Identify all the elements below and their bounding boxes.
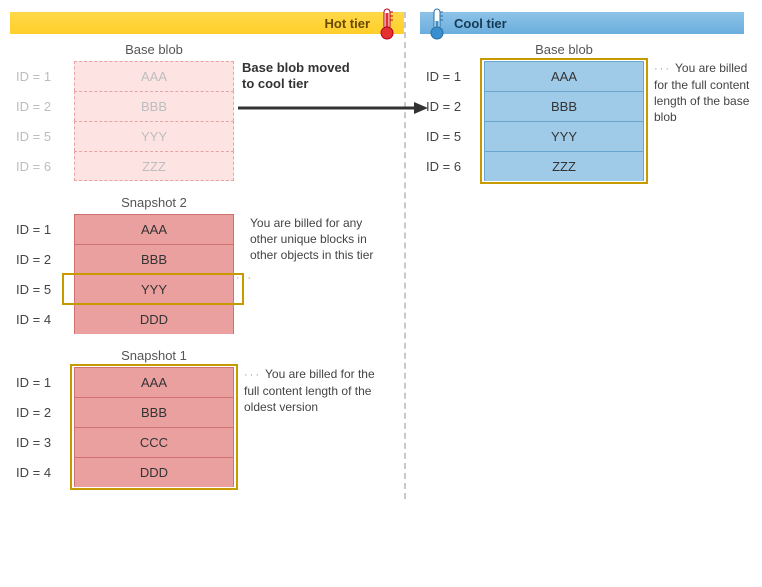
row-id: ID = 5	[420, 129, 484, 144]
arrow-label: Base blob moved to cool tier	[242, 60, 402, 93]
arrow-label-line2: to cool tier	[242, 76, 308, 91]
hot-tier-label: Hot tier	[325, 16, 371, 31]
hot-snapshot-1: Snapshot 1 ID = 1AAA ID = 2BBB ID = 3CCC…	[10, 346, 404, 487]
row-value: DDD	[74, 304, 234, 334]
row-id: ID = 1	[10, 222, 74, 237]
block-title: Snapshot 1	[74, 348, 234, 363]
row-value: AAA	[74, 367, 234, 397]
row-id: ID = 2	[10, 99, 74, 114]
row-value: DDD	[74, 457, 234, 487]
row-value: BBB	[74, 91, 234, 121]
row-id: ID = 1	[10, 69, 74, 84]
row-id: ID = 5	[10, 129, 74, 144]
cool-tier-header: Cool tier	[420, 12, 744, 34]
row-value: BBB	[74, 397, 234, 427]
caption-cool-base: ···You are billed for the full content l…	[654, 60, 759, 125]
caption-text: You are billed for the full content leng…	[244, 367, 375, 414]
table-row: ID = 5YYY	[420, 121, 744, 151]
table-row: ID = 6ZZZ	[420, 151, 744, 181]
row-id: ID = 3	[10, 435, 74, 450]
thermometer-hot-icon	[376, 7, 398, 41]
table-row: ID = 2BBB	[10, 91, 404, 121]
row-value: YYY	[74, 121, 234, 151]
row-value: AAA	[74, 61, 234, 91]
row-value: AAA	[74, 214, 234, 244]
row-id: ID = 6	[420, 159, 484, 174]
row-value: ZZZ	[74, 151, 234, 181]
table-row: ID = 4DDD	[10, 457, 404, 487]
cool-tier-label: Cool tier	[454, 16, 507, 31]
tier-diagram: Hot tier Base blob ID = 1AAA ID = 2BBB I…	[10, 12, 752, 499]
row-id: ID = 1	[420, 69, 484, 84]
caption-oldest-version: ···You are billed for the full content l…	[244, 366, 384, 415]
table-row: ID = 5YYY	[10, 274, 404, 304]
cool-base-blob: Base blob ID = 1AAA ID = 2BBB ID = 5YYY …	[420, 40, 744, 181]
thermometer-cool-icon	[426, 7, 448, 41]
row-id: ID = 2	[420, 99, 484, 114]
table-row: ID = 4DDD	[10, 304, 404, 334]
block-title: Base blob	[484, 42, 644, 57]
row-value: YYY	[484, 121, 644, 151]
arrow-label-line1: Base blob moved	[242, 60, 350, 75]
block-title: Snapshot 2	[74, 195, 234, 210]
row-value: ZZZ	[484, 151, 644, 181]
row-id: ID = 1	[10, 375, 74, 390]
cool-tier: Cool tier Base blob ID = 1AAA ID = 2BBB …	[406, 12, 744, 499]
row-id: ID = 6	[10, 159, 74, 174]
row-value: YYY	[74, 274, 234, 304]
table-row: ID = 6ZZZ	[10, 151, 404, 181]
row-value: CCC	[74, 427, 234, 457]
row-id: ID = 2	[10, 252, 74, 267]
table-row: ID = 3CCC	[10, 427, 404, 457]
row-id: ID = 2	[10, 405, 74, 420]
caption-dots: ···	[236, 269, 250, 286]
row-id: ID = 4	[10, 465, 74, 480]
hot-base-blob: Base blob ID = 1AAA ID = 2BBB ID = 5YYY …	[10, 40, 404, 181]
caption-text: You are billed for any other unique bloc…	[250, 216, 373, 262]
table-row: ID = 5YYY	[10, 121, 404, 151]
row-value: BBB	[74, 244, 234, 274]
row-value: BBB	[484, 91, 644, 121]
row-id: ID = 4	[10, 312, 74, 327]
block-title: Base blob	[74, 42, 234, 57]
hot-tier-header: Hot tier	[10, 12, 404, 34]
caption-unique-blocks: You are billed for any other unique bloc…	[250, 215, 390, 264]
row-id: ID = 5	[10, 282, 74, 297]
row-value: AAA	[484, 61, 644, 91]
hot-tier: Hot tier Base blob ID = 1AAA ID = 2BBB I…	[10, 12, 404, 499]
hot-snapshot-2: Snapshot 2 ID = 1AAA ID = 2BBB ID = 5YYY…	[10, 193, 404, 334]
